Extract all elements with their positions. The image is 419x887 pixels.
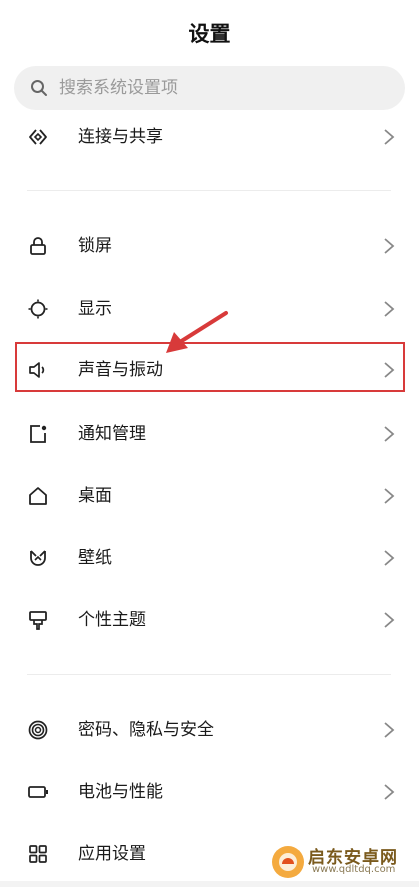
apps-grid-icon [29,845,47,863]
settings-row-label: 桌面 [78,486,112,506]
speaker-icon [29,362,45,378]
settings-row-label: 锁屏 [78,236,112,256]
chevron-right-icon [384,784,395,800]
settings-row-sound-vibration[interactable]: 声音与振动 [0,345,419,395]
battery-icon [28,786,48,798]
chevron-right-icon [384,362,395,378]
share-connect-icon [29,129,47,145]
chevron-right-icon [384,488,395,504]
chevron-right-icon [384,238,395,254]
notification-icon [30,425,47,443]
settings-row-privacy-security[interactable]: 密码、隐私与安全 [0,705,419,755]
settings-row-connection-sharing[interactable]: 连接与共享 [0,112,419,162]
search-input[interactable]: 搜索系统设置项 [14,66,405,110]
settings-row-label: 显示 [78,299,112,319]
chevron-right-icon [384,426,395,442]
settings-row-label: 壁纸 [78,548,112,568]
settings-row-lock-screen[interactable]: 锁屏 [0,221,419,271]
search-icon [31,80,47,96]
chevron-right-icon [384,129,395,145]
chevron-right-icon [384,301,395,317]
section-divider [27,190,391,191]
settings-row-label: 连接与共享 [78,127,163,147]
settings-row-themes[interactable]: 个性主题 [0,595,419,645]
settings-row-home-screen[interactable]: 桌面 [0,471,419,521]
settings-row-label: 通知管理 [78,424,146,444]
settings-row-wallpaper[interactable]: 壁纸 [0,533,419,583]
chevron-right-icon [384,722,395,738]
theme-brush-icon [29,611,47,630]
search-placeholder: 搜索系统设置项 [59,78,178,98]
settings-row-label: 声音与振动 [78,360,163,380]
settings-row-notifications[interactable]: 通知管理 [0,409,419,459]
wallpaper-icon [30,550,46,566]
bottom-edge [0,881,419,887]
settings-row-display[interactable]: 显示 [0,284,419,334]
lock-icon [30,237,46,255]
settings-row-battery[interactable]: 电池与性能 [0,767,419,817]
settings-row-label: 应用设置 [78,844,146,864]
brightness-icon [28,299,48,319]
home-icon [29,487,47,505]
settings-row-label: 密码、隐私与安全 [78,720,214,740]
chevron-right-icon [384,550,395,566]
page-title: 设置 [188,22,231,46]
settings-row-app-settings[interactable]: 应用设置 [0,829,419,879]
settings-row-label: 个性主题 [78,610,146,630]
chevron-right-icon [384,612,395,628]
fingerprint-icon [28,720,48,740]
settings-row-label: 电池与性能 [78,782,163,802]
section-divider [27,674,391,675]
